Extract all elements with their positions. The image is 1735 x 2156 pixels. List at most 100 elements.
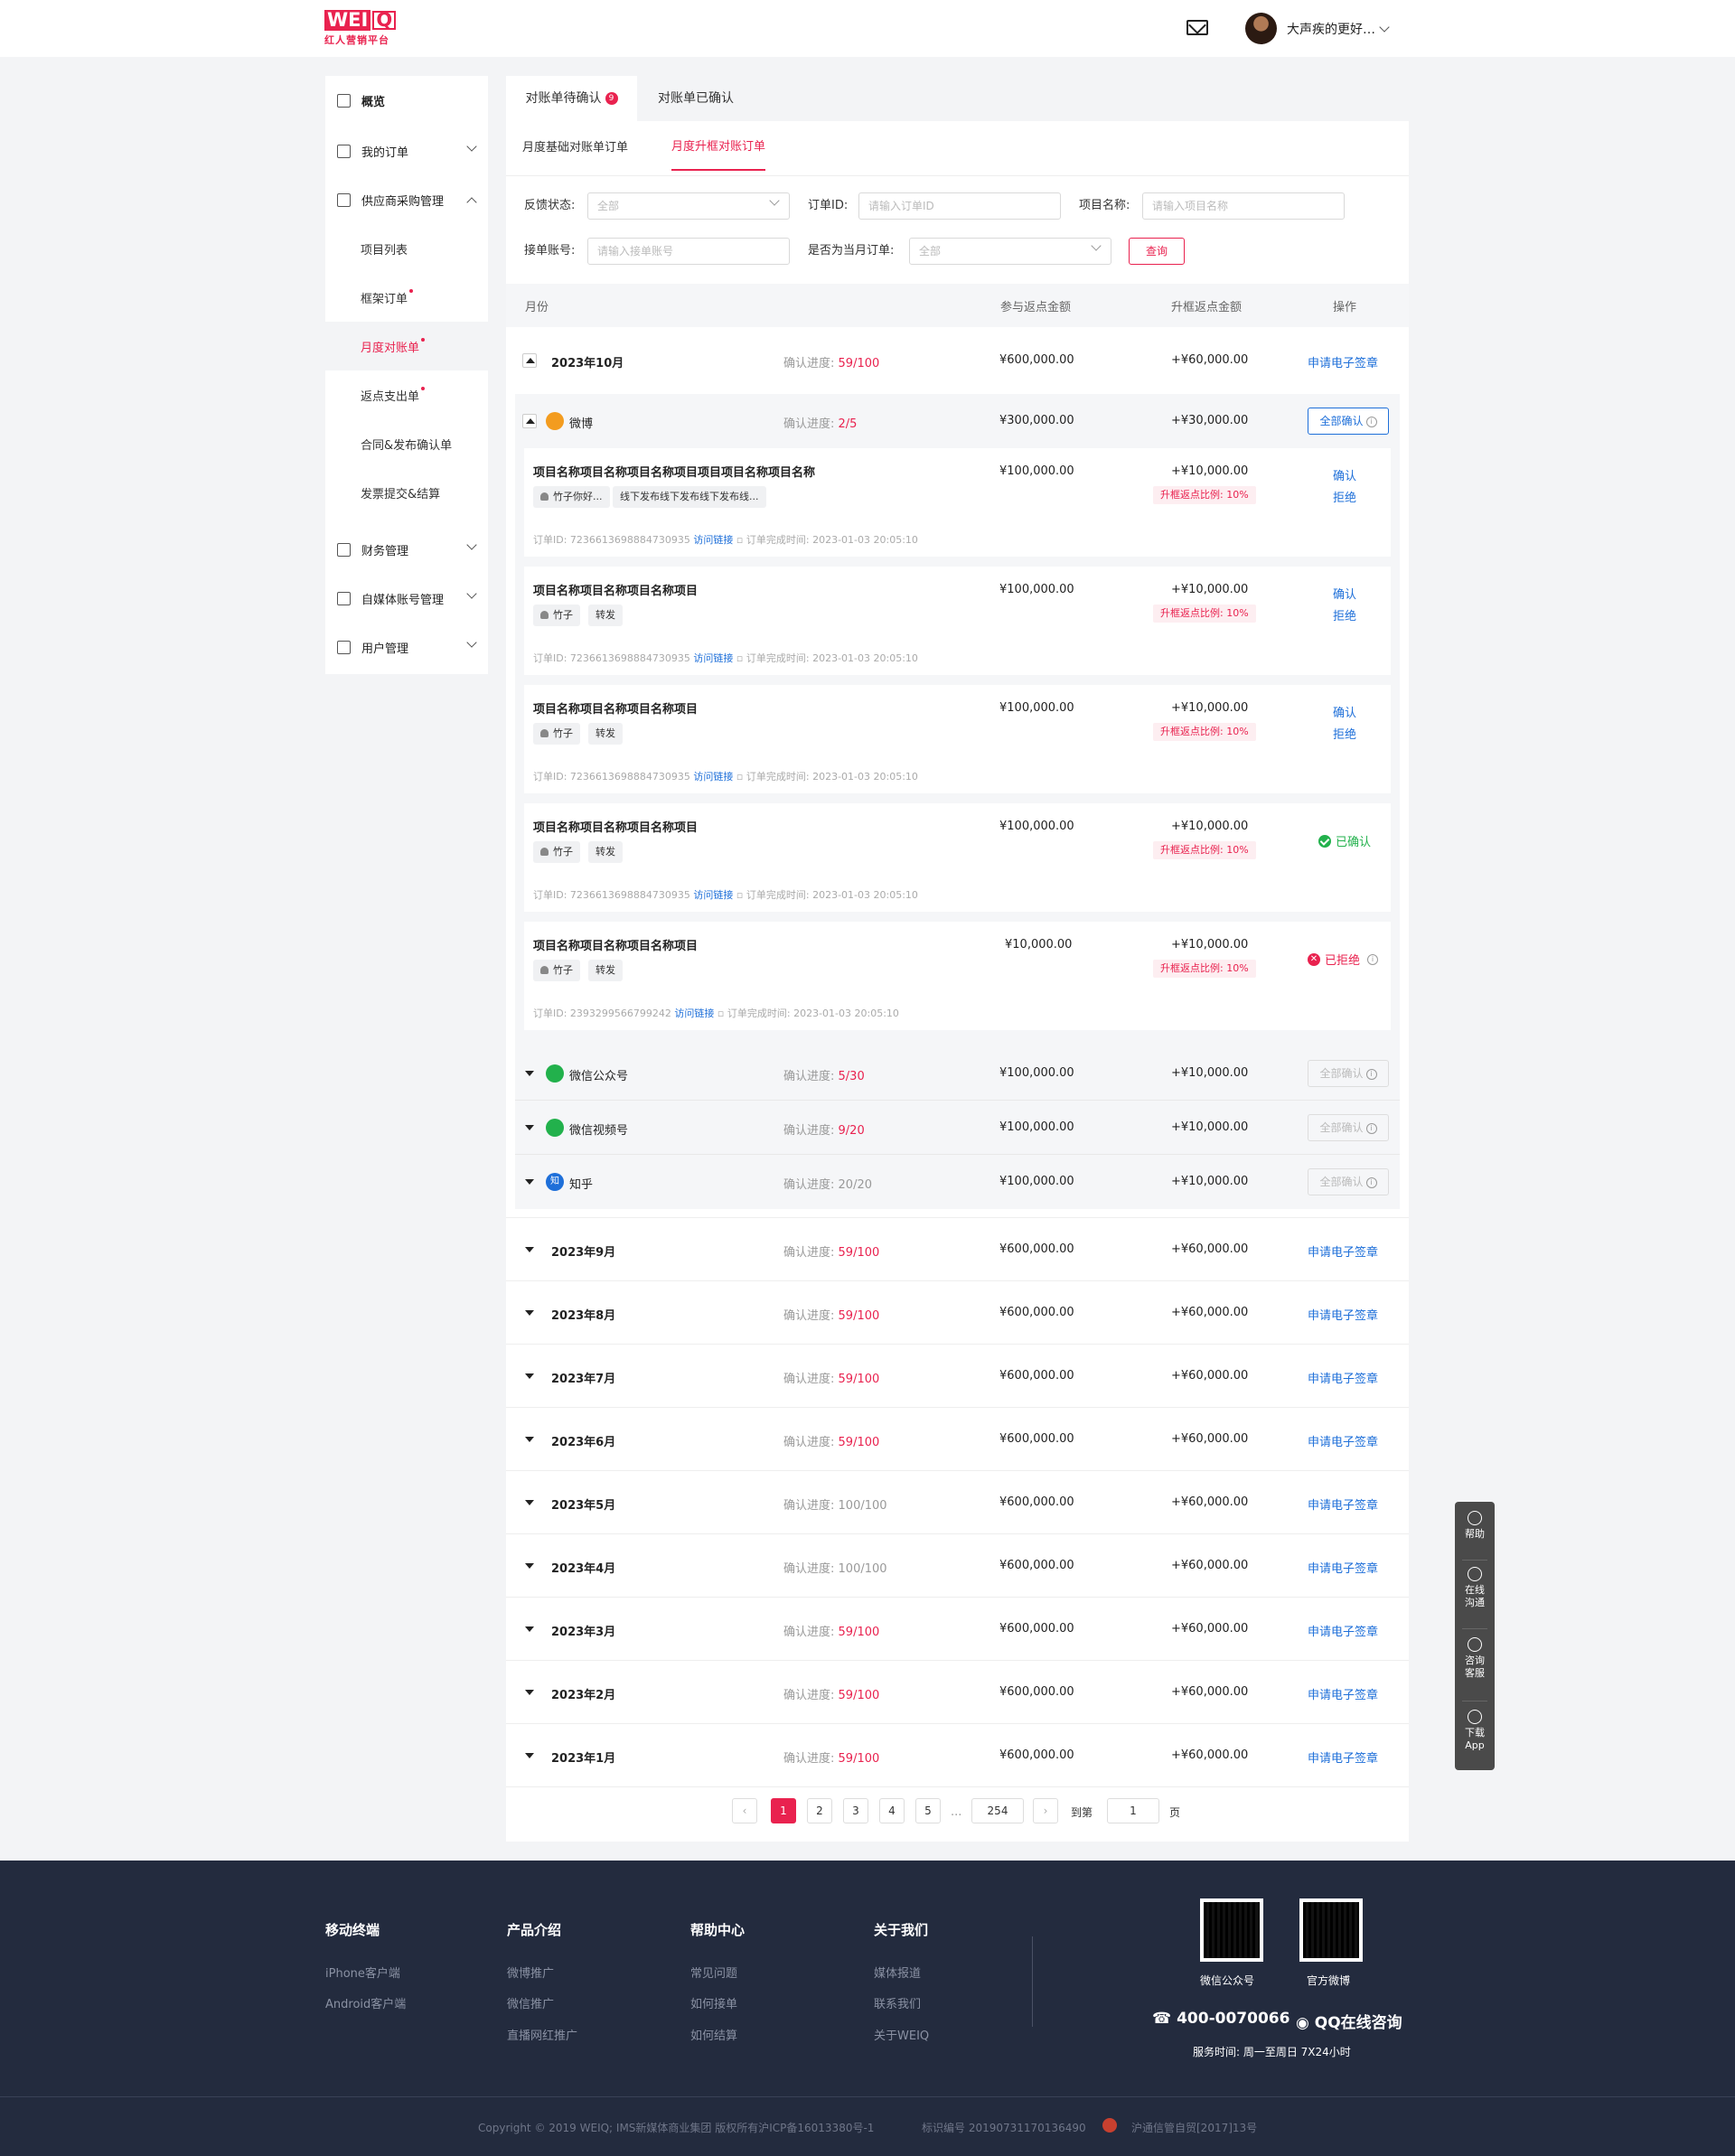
confirm-all-button[interactable]: 全部确认 i — [1308, 408, 1389, 435]
page-jump-input[interactable]: 1 — [1107, 1798, 1159, 1823]
page-2[interactable]: 2 — [807, 1798, 832, 1823]
type-tag: 转发 — [588, 723, 623, 745]
apply-esign-link[interactable]: 申请电子签章 — [1308, 1748, 1378, 1766]
sidebar-item-my-orders[interactable]: 我的订单 — [325, 127, 488, 175]
online-chat-button[interactable]: 在线 沟通 — [1455, 1567, 1495, 1609]
apply-esign-link[interactable]: 申请电子签章 — [1308, 1369, 1378, 1386]
apply-esign-link[interactable]: 申请电子签章 — [1308, 1432, 1378, 1449]
apply-esign-link[interactable]: 申请电子签章 — [1308, 1622, 1378, 1639]
expand-icon[interactable] — [522, 1120, 537, 1135]
sidebar-sub-contract[interactable]: 合同&发布确认单 — [325, 419, 488, 468]
footer-link[interactable]: 微信推广 — [507, 1994, 554, 2011]
customer-service-button[interactable]: 咨询 客服 — [1455, 1637, 1495, 1680]
sidebar-item-supplier[interactable]: 供应商采购管理 — [325, 175, 488, 224]
tab-pending[interactable]: 对账单待确认 9 — [506, 76, 637, 121]
expand-icon[interactable] — [522, 1559, 537, 1573]
feedback-select[interactable]: 全部 — [587, 192, 790, 220]
sidebar-item-media[interactable]: 自媒体账号管理 — [325, 574, 488, 623]
footer-link[interactable]: 微博推广 — [507, 1964, 554, 1981]
expand-icon[interactable] — [522, 1175, 537, 1189]
expand-icon[interactable] — [522, 1242, 537, 1257]
subtab-basic[interactable]: 月度基础对账单订单 — [522, 126, 628, 171]
footer-link[interactable]: 关于WEIQ — [874, 2026, 929, 2043]
visit-link[interactable]: 访问链接 — [693, 889, 733, 901]
sidebar-sub-project-list[interactable]: 项目列表 — [325, 224, 488, 273]
download-app-button[interactable]: 下载 App — [1455, 1710, 1495, 1752]
expand-icon[interactable] — [522, 1066, 537, 1081]
expand-icon[interactable] — [522, 1685, 537, 1700]
chevron-down-icon — [1091, 240, 1102, 251]
account-input[interactable]: 请输入接单账号 — [587, 238, 790, 265]
footer-link[interactable]: Android客户端 — [325, 1994, 406, 2011]
visit-link[interactable]: 访问链接 — [674, 1008, 714, 1019]
sidebar-item-users[interactable]: 用户管理 — [325, 623, 488, 671]
order-item: 项目名称项目名称项目名称项目 竹子 转发 订单ID: 7236613698884… — [524, 685, 1391, 793]
user-menu[interactable]: 大声疾的更好… — [1287, 20, 1390, 38]
page-1[interactable]: 1 — [771, 1798, 796, 1823]
table-row: 2023年3月 确认进度: 59/100 ¥600,000.00 +¥60,000.0… — [506, 1598, 1409, 1661]
expand-icon[interactable] — [522, 1622, 537, 1636]
page-5[interactable]: 5 — [915, 1798, 941, 1823]
sidebar-item-overview[interactable]: 概览 — [325, 76, 488, 125]
sidebar-sub-frame-orders[interactable]: 框架订单 — [325, 273, 488, 322]
sidebar-sub-invoice[interactable]: 发票提交&结算 — [325, 468, 488, 517]
apply-esign-link[interactable]: 申请电子签章 — [1308, 1306, 1378, 1323]
avatar[interactable] — [1245, 13, 1277, 44]
current-month-select[interactable]: 全部 — [909, 238, 1111, 265]
footer-link[interactable]: 直播网红推广 — [507, 2026, 577, 2043]
help-button[interactable]: 帮助 — [1455, 1511, 1495, 1541]
page-last[interactable]: 254 — [971, 1798, 1024, 1823]
footer-link[interactable]: 联系我们 — [874, 1994, 921, 2011]
collapse-icon[interactable] — [522, 353, 537, 368]
reject-link[interactable]: 拒绝 — [1333, 488, 1356, 505]
footer: 移动终端 iPhone客户端 Android客户端 产品介绍 微博推广 微信推广… — [0, 1861, 1735, 2156]
footer-link[interactable]: 常见问题 — [690, 1964, 737, 1981]
footer-link[interactable]: 如何结算 — [690, 2026, 737, 2043]
next-page-button[interactable]: › — [1033, 1798, 1058, 1823]
footer-link[interactable]: 媒体报道 — [874, 1964, 921, 1981]
apply-esign-link[interactable]: 申请电子签章 — [1308, 1495, 1378, 1513]
prev-page-button[interactable]: ‹ — [732, 1798, 757, 1823]
page-3[interactable]: 3 — [843, 1798, 868, 1823]
wechat-video-icon — [546, 1119, 564, 1137]
weiq-logo[interactable]: WEI Q 红人营销平台 — [324, 10, 397, 47]
user-tag: 竹子 — [533, 605, 580, 626]
tab-confirmed[interactable]: 对账单已确认 — [637, 76, 755, 121]
footer-link[interactable]: iPhone客户端 — [325, 1964, 400, 1981]
reject-link[interactable]: 拒绝 — [1333, 725, 1356, 742]
info-icon[interactable]: i — [1367, 953, 1379, 965]
sidebar-item-finance[interactable]: 财务管理 — [325, 525, 488, 574]
visit-link[interactable]: 访问链接 — [693, 534, 733, 546]
collapse-icon[interactable] — [522, 414, 537, 428]
confirm-link[interactable]: 确认 — [1333, 703, 1356, 720]
confirm-all-button[interactable]: 全部确认 i — [1308, 1060, 1389, 1087]
qq-consult[interactable]: ◉ QQ在线咨询 — [1296, 2010, 1402, 2032]
qr-code-weibo — [1299, 1898, 1363, 1962]
query-button[interactable]: 查询 — [1129, 238, 1185, 265]
expand-icon[interactable] — [522, 1748, 537, 1763]
confirm-link[interactable]: 确认 — [1333, 585, 1356, 602]
mail-icon[interactable] — [1186, 20, 1208, 35]
expand-icon[interactable] — [522, 1495, 537, 1510]
page-4[interactable]: 4 — [879, 1798, 905, 1823]
order-item: 项目名称项目名称项目名称项目 竹子 转发 订单ID: 7236613698884… — [524, 803, 1391, 912]
visit-link[interactable]: 访问链接 — [693, 652, 733, 664]
sidebar-sub-monthly-statement[interactable]: 月度对账单 — [325, 322, 488, 370]
expand-icon[interactable] — [522, 1306, 537, 1320]
confirm-all-button[interactable]: 全部确认 i — [1308, 1114, 1389, 1141]
expand-icon[interactable] — [522, 1432, 537, 1447]
order-id-input[interactable]: 请输入订单ID — [858, 192, 1061, 220]
footer-link[interactable]: 如何接单 — [690, 1994, 737, 2011]
apply-esign-link[interactable]: 申请电子签章 — [1308, 353, 1378, 370]
apply-esign-link[interactable]: 申请电子签章 — [1308, 1559, 1378, 1576]
visit-link[interactable]: 访问链接 — [693, 771, 733, 783]
project-name-input[interactable]: 请输入项目名称 — [1142, 192, 1345, 220]
confirm-link[interactable]: 确认 — [1333, 466, 1356, 483]
apply-esign-link[interactable]: 申请电子签章 — [1308, 1685, 1378, 1702]
subtab-upgrade[interactable]: 月度升框对账订单 — [671, 126, 766, 171]
reject-link[interactable]: 拒绝 — [1333, 606, 1356, 623]
sidebar-sub-rebate-expense[interactable]: 返点支出单 — [325, 370, 488, 419]
apply-esign-link[interactable]: 申请电子签章 — [1308, 1242, 1378, 1260]
confirm-all-button[interactable]: 全部确认 i — [1308, 1168, 1389, 1195]
expand-icon[interactable] — [522, 1369, 537, 1383]
